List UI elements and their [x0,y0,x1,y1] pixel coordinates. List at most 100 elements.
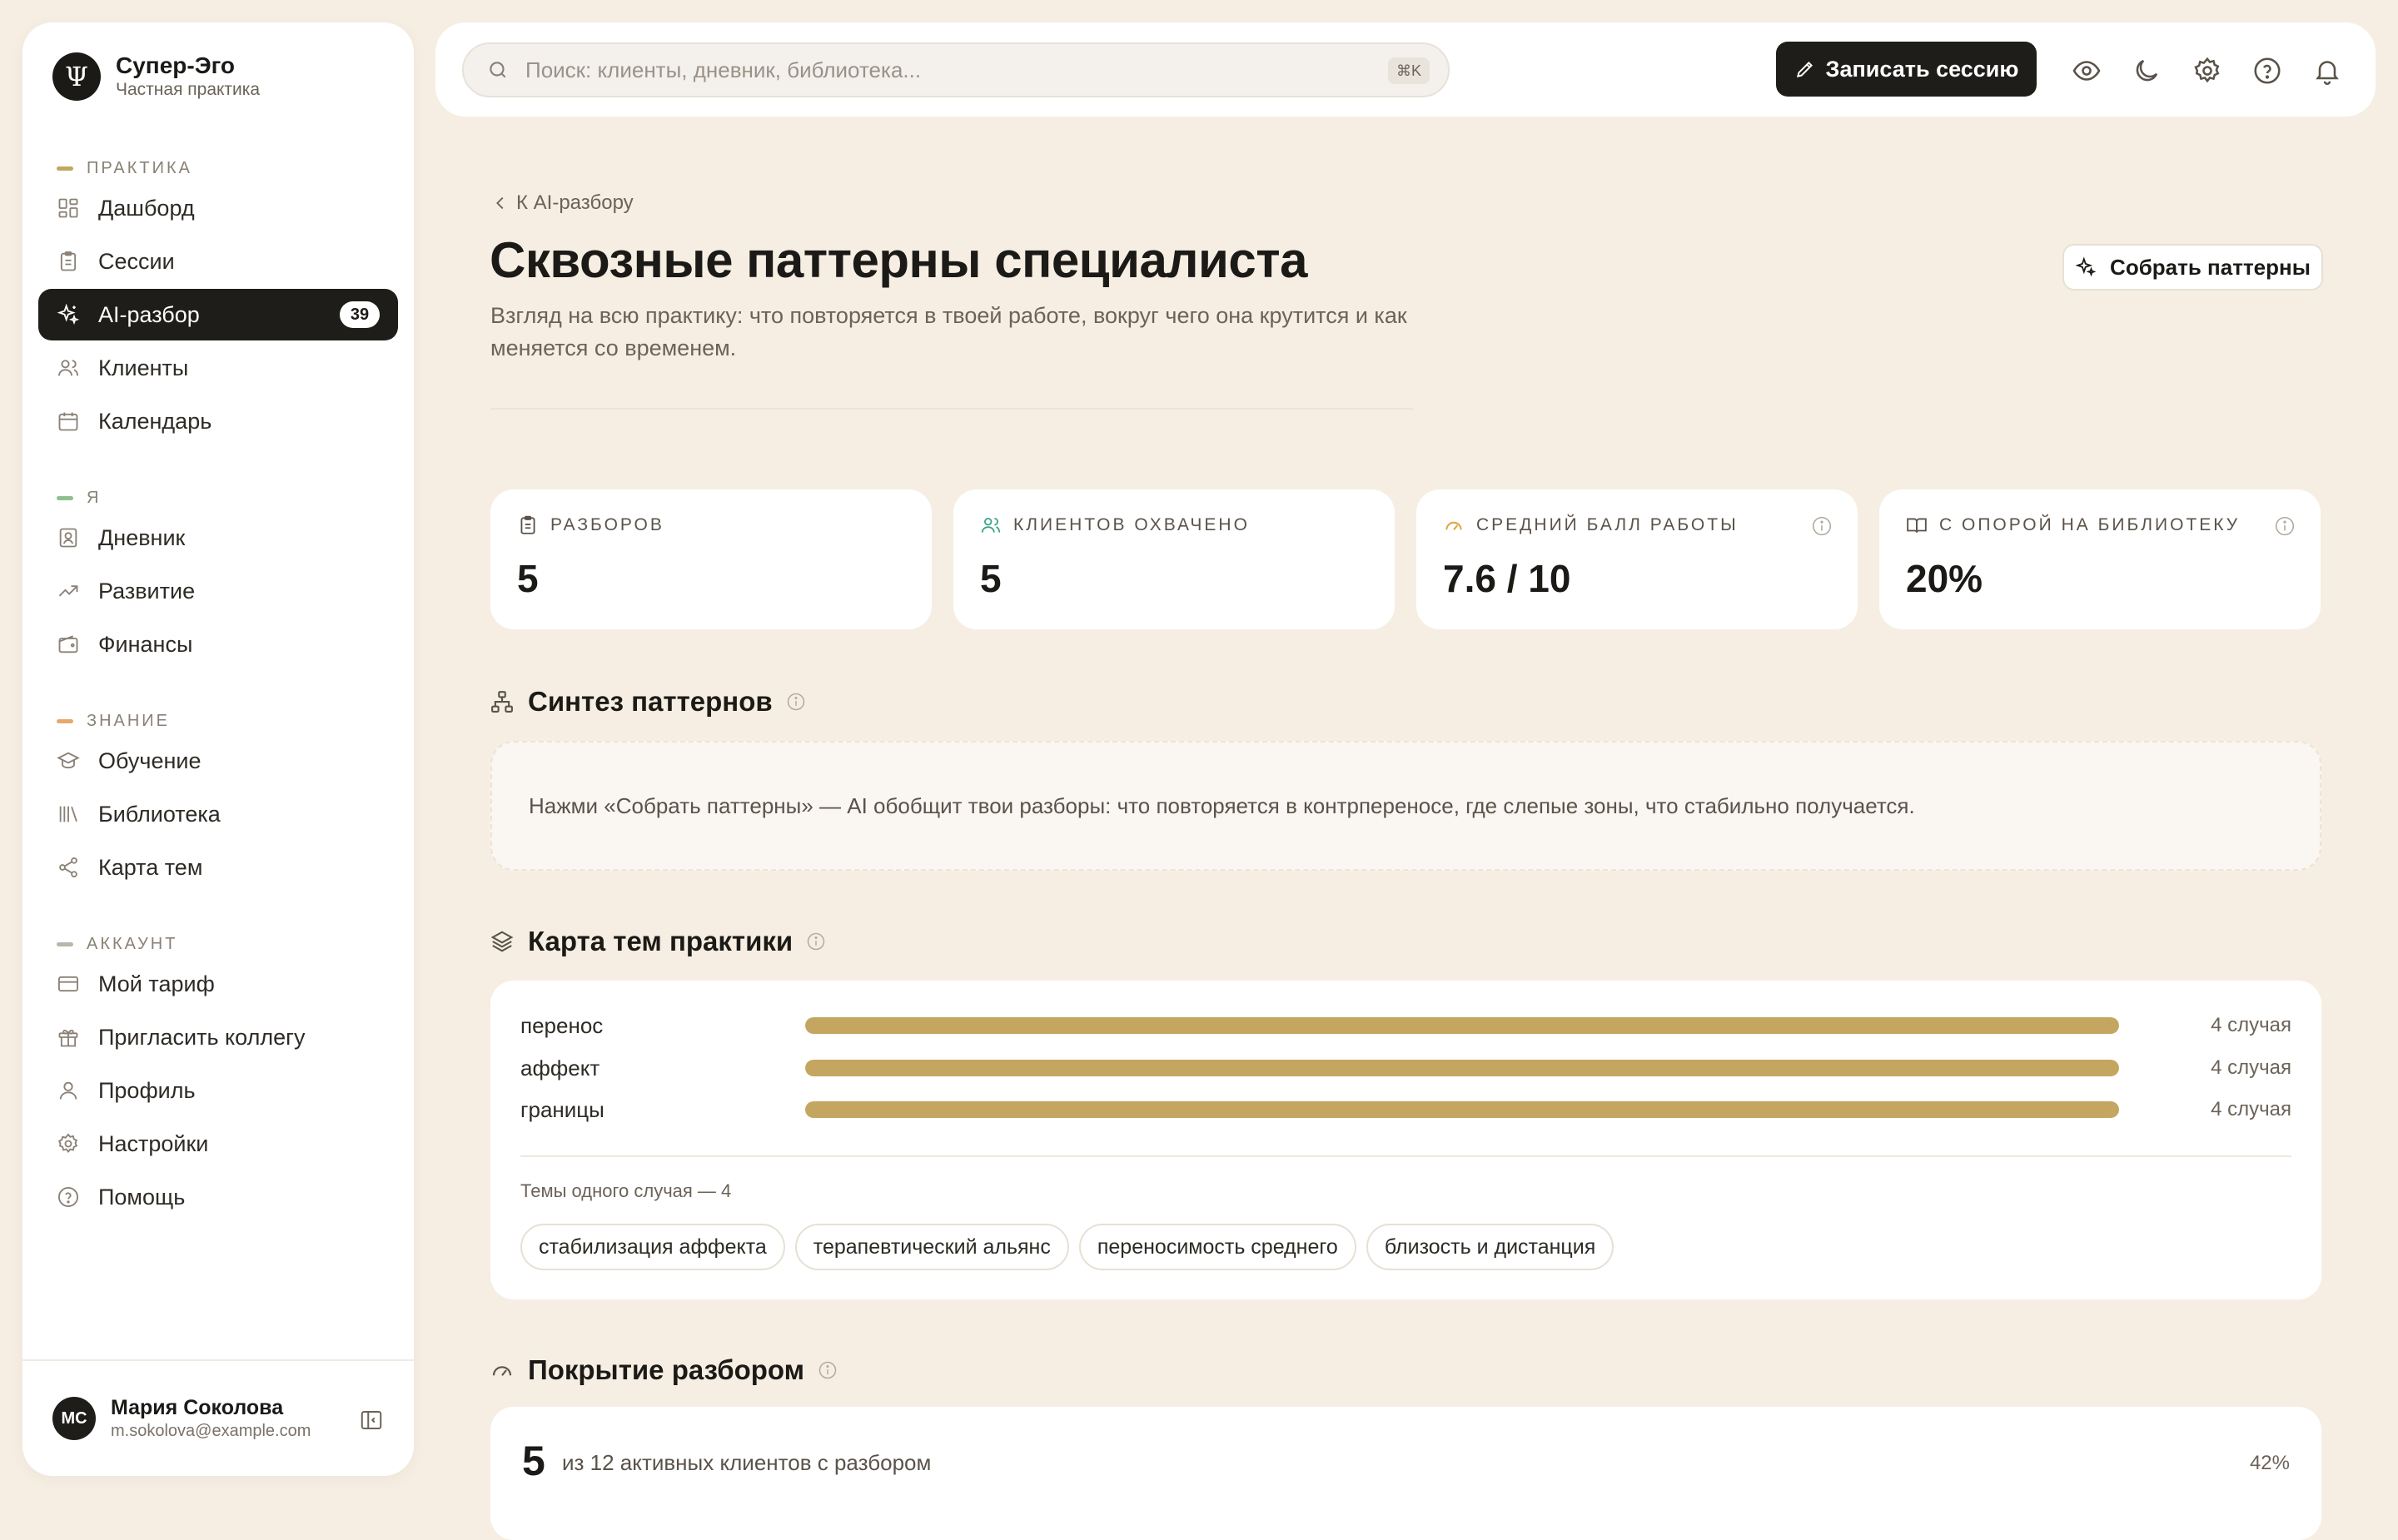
help-circle-icon [57,1185,80,1209]
info-icon[interactable] [1811,515,1833,537]
stat-value: 20% [1906,557,1983,600]
stat-card-library-backed: С ОПОРОЙ НА БИБЛИОТЕКУ 20% [1879,489,2321,629]
stat-value: 5 [980,557,1002,600]
credit-card-icon [57,972,80,996]
gear-icon [57,1132,80,1155]
nav-section-me: Я [57,485,398,510]
sidebar: Ψ Супер-Эго Частная практика ПРАКТИКА Да… [22,22,414,1476]
stat-value: 7.6 / 10 [1443,557,1571,600]
users-icon [57,356,80,380]
sidebar-item-growth[interactable]: Развитие [38,565,398,617]
theme-row[interactable]: аффект 4 случая [520,1051,2291,1085]
stat-header: СРЕДНИЙ БАЛЛ РАБОТЫ [1443,514,1739,536]
divider [520,1155,2291,1157]
brand-text: Супер-Эго Частная практика [116,52,260,101]
clipboard-icon [517,514,539,536]
synthesis-title: Синтез паттернов [528,686,773,717]
topbar: Поиск: клиенты, дневник, библиотека... ⌘… [435,22,2376,117]
gear-icon[interactable] [2192,56,2222,86]
info-icon[interactable] [818,1360,838,1380]
back-link[interactable]: К AI-разбору [491,191,634,215]
eye-icon[interactable] [2072,56,2102,86]
sidebar-item-label: Клиенты [98,355,189,380]
sidebar-item-diary[interactable]: Дневник [38,512,398,564]
brand-name: Супер-Эго [116,52,236,78]
theme-chip[interactable]: стабилизация аффекта [520,1224,785,1270]
record-session-button[interactable]: Записать сессию [1776,42,2037,97]
sidebar-item-help[interactable]: Помощь [38,1171,398,1223]
sidebar-nav: ПРАКТИКА Дашборд Сессии AI-разбор 39 Кли… [38,156,398,1223]
page-description: Взгляд на всю практику: что повторяется … [490,303,1407,360]
sidebar-item-profile[interactable]: Профиль [38,1065,398,1116]
theme-count: 4 случая [2211,1056,2291,1079]
coverage-percent: 42% [2249,1452,2290,1474]
section-dash [57,718,73,723]
sidebar-item-learning[interactable]: Обучение [38,735,398,787]
sidebar-item-label: Карта тем [98,854,203,880]
theme-name: аффект [520,1055,600,1080]
stat-label: РАЗБОРОВ [550,515,664,534]
sidebar-item-sessions[interactable]: Сессии [38,236,398,287]
sidebar-collapse-icon[interactable] [359,1408,384,1433]
nav-section-knowledge: ЗНАНИЕ [57,708,398,733]
nav-section-label: ЗНАНИЕ [87,711,171,730]
library-icon [57,802,80,826]
sidebar-item-label: Библиотека [98,801,221,827]
sidebar-item-label: AI-разбор [98,301,200,327]
sparkles-icon [2075,256,2097,278]
theme-chip[interactable]: близость и дистанция [1366,1224,1614,1270]
brand-logo: Ψ [52,52,101,101]
sidebar-item-clients[interactable]: Клиенты [38,342,398,394]
theme-bar [805,1101,2119,1118]
section-dash [57,495,73,500]
nav-section-label: АККАУНТ [87,934,178,953]
sidebar-item-calendar[interactable]: Календарь [38,395,398,447]
sidebar-item-ai-review[interactable]: AI-разбор 39 [38,289,398,340]
sidebar-item-label: Помощь [98,1184,186,1210]
theme-row[interactable]: перенос 4 случая [520,1009,2291,1042]
moon-icon[interactable] [2132,56,2162,86]
sidebar-item-dashboard[interactable]: Дашборд [38,182,398,234]
sidebar-item-topic-map[interactable]: Карта тем [38,842,398,893]
sidebar-item-library[interactable]: Библиотека [38,788,398,840]
themes-title: Карта тем практики [528,926,794,956]
theme-chip[interactable]: переносимость среднего [1078,1224,1356,1270]
sidebar-item-label: Обучение [98,748,201,773]
users-icon [980,514,1002,536]
search-input[interactable]: Поиск: клиенты, дневник, библиотека... ⌘… [462,42,1450,97]
gauge-icon [490,1358,515,1383]
book-open-icon [1906,514,1928,536]
sidebar-item-finance[interactable]: Финансы [38,618,398,670]
hierarchy-icon [490,689,515,714]
trending-up-icon [57,579,80,603]
theme-chip[interactable]: терапевтический альянс [794,1224,1069,1270]
info-icon[interactable] [2274,515,2296,537]
user-panel[interactable]: МС Мария Соколова m.sokolova@example.com [22,1359,414,1476]
theme-row[interactable]: границы 4 случая [520,1093,2291,1126]
coverage-heading: Покрытие разбором [490,1354,838,1386]
section-dash [57,166,73,171]
synthesis-heading: Синтез паттернов [490,686,806,718]
chevron-left-icon [491,194,510,212]
record-session-label: Записать сессию [1825,56,2019,82]
coverage-text: из 12 активных клиентов с разбором [562,1450,932,1475]
sidebar-item-settings[interactable]: Настройки [38,1118,398,1170]
theme-name: границы [520,1096,604,1122]
sidebar-item-plan[interactable]: Мой тариф [38,958,398,1010]
coverage-card: 5 из 12 активных клиентов с разбором 42% [490,1407,2321,1540]
theme-bar [805,1017,2119,1034]
synthesis-hint: Нажми «Собрать паттерны» — AI обобщит тв… [529,792,1915,818]
nav-section-label: ПРАКТИКА [87,158,192,177]
info-icon[interactable] [806,931,826,951]
single-case-title: Темы одного случая — 4 [520,1180,732,1201]
divider [490,408,1413,410]
help-circle-icon[interactable] [2252,56,2282,86]
user-icon [57,1079,80,1102]
collect-patterns-button[interactable]: Собрать паттерны [2062,244,2323,291]
single-case-chips: стабилизация аффекта терапевтический аль… [520,1224,1624,1270]
info-icon[interactable] [786,692,806,712]
brand[interactable]: Ψ Супер-Эго Частная практика [52,52,260,101]
bell-icon[interactable] [2312,56,2342,86]
sidebar-item-invite[interactable]: Пригласить коллегу [38,1011,398,1063]
back-link-label: К AI-разбору [516,191,634,214]
